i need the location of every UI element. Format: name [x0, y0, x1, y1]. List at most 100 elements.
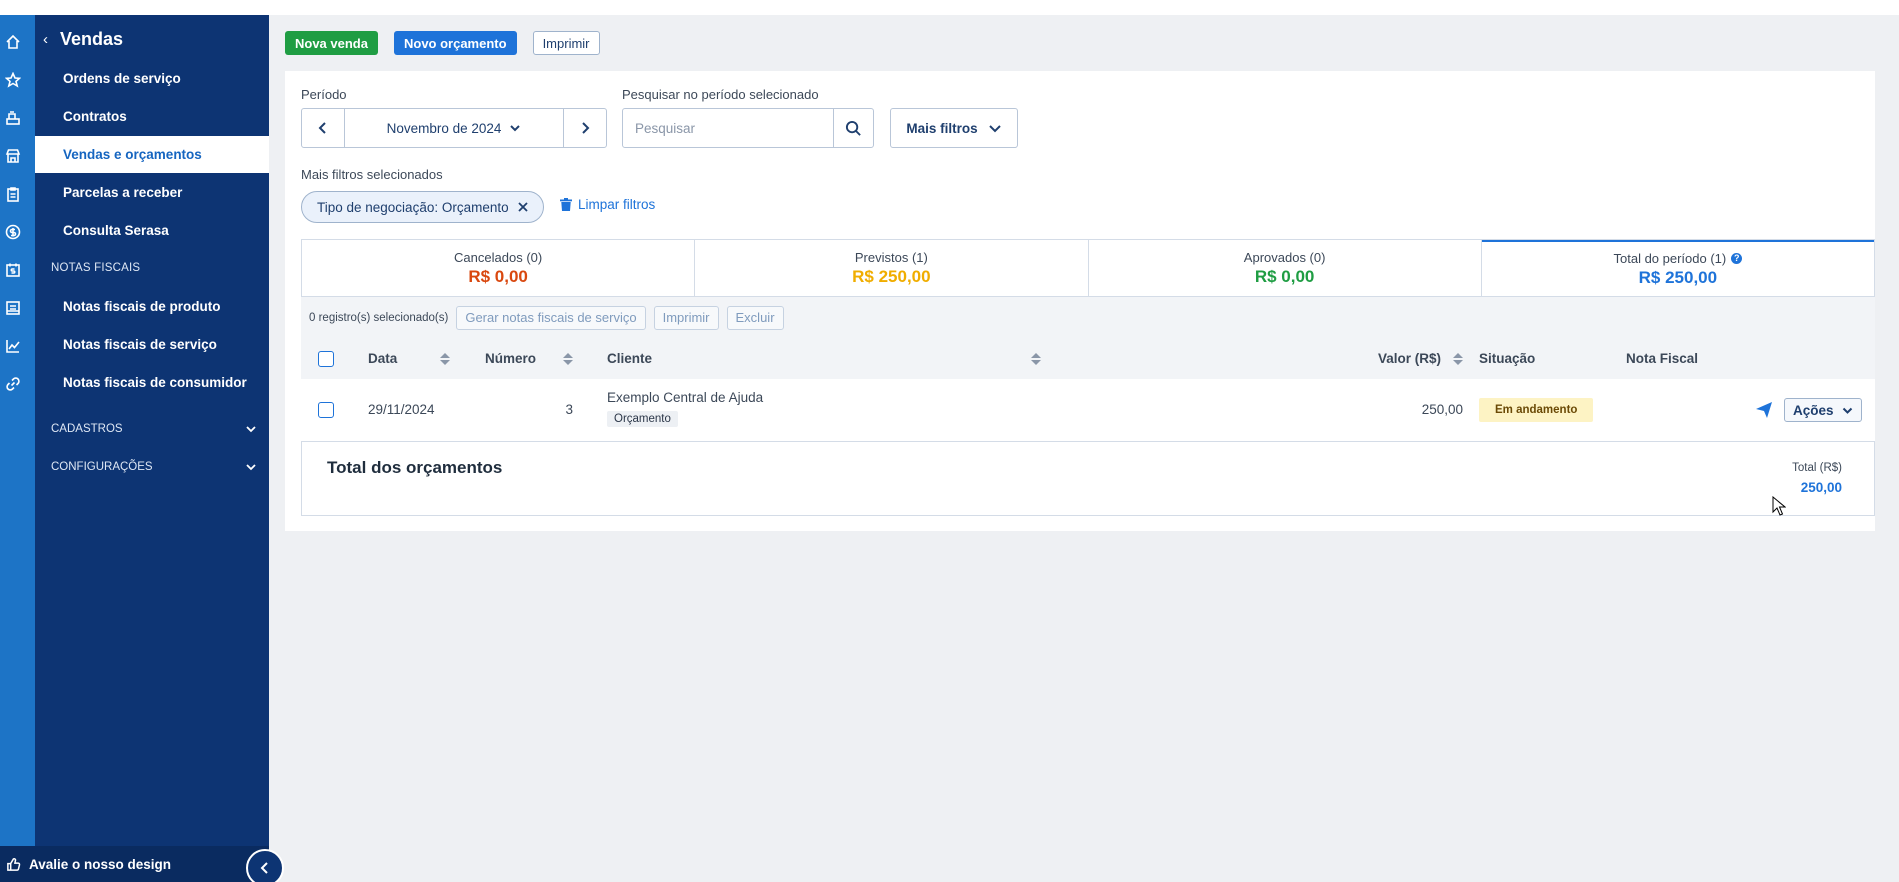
search-button[interactable] — [833, 109, 873, 147]
summary-label: Total do período (1) — [1613, 250, 1727, 266]
filter-chip-label: Tipo de negociação: Orçamento — [317, 199, 509, 215]
summary-cancelados[interactable]: Cancelados (0) R$ 0,00 — [302, 240, 696, 296]
more-filters-label: Mais filtros — [906, 120, 978, 136]
search-box — [622, 108, 874, 148]
chart-icon[interactable] — [4, 337, 22, 355]
new-sale-button[interactable]: Nova venda — [285, 31, 378, 55]
select-all-cell — [318, 338, 334, 379]
selected-filters-label: Mais filtros selecionados — [301, 167, 443, 182]
sidebar-item-serasa[interactable]: Consulta Serasa — [35, 212, 269, 249]
cash-register-icon[interactable] — [4, 109, 22, 127]
sidebar-back-button[interactable]: ‹ Vendas — [43, 29, 123, 50]
row-actions-cell: Ações — [1784, 398, 1862, 422]
col-client[interactable]: Cliente — [607, 338, 1041, 379]
row-client-name: Exemplo Central de Ajuda — [607, 390, 764, 405]
print-button[interactable]: Imprimir — [532, 31, 600, 55]
summary-label: Cancelados (0) — [454, 249, 543, 265]
summary-label: Aprovados (0) — [1243, 249, 1326, 265]
col-number[interactable]: Número — [485, 338, 573, 379]
select-all-checkbox[interactable] — [318, 350, 334, 367]
summary-value: R$ 0,00 — [468, 266, 528, 286]
period-value: Novembro de 2024 — [386, 120, 502, 136]
send-icon[interactable] — [1755, 401, 1773, 419]
dollar-icon[interactable] — [4, 223, 22, 241]
generate-invoices-button[interactable]: Gerar notas fiscais de serviço — [456, 305, 646, 330]
store-icon[interactable] — [4, 147, 22, 165]
collapse-sidebar-button[interactable] — [246, 849, 284, 882]
mouse-cursor-icon — [1772, 496, 1786, 516]
summary-total-periodo[interactable]: Total do período (1) ? R$ 250,00 — [1481, 240, 1874, 296]
col-status: Situação — [1479, 351, 1536, 366]
table-row[interactable]: 29/11/2024 3 Exemplo Central de Ajuda Or… — [301, 379, 1875, 441]
sidebar-group-cadastros[interactable]: CADASTROS — [51, 423, 257, 435]
help-icon[interactable]: ? — [1731, 252, 1743, 264]
sidebar-group-label: CONFIGURAÇÕES — [51, 461, 153, 473]
period-prev-button[interactable] — [302, 109, 344, 147]
col-value-label: Valor (R$) — [1377, 351, 1441, 366]
feedback-link[interactable]: Avalie o nosso design — [0, 846, 269, 882]
sort-icon[interactable] — [1453, 352, 1463, 365]
sidebar-item-nf-consumidor[interactable]: Notas fiscais de consumidor — [35, 364, 269, 401]
col-date[interactable]: Data — [368, 338, 450, 379]
home-icon[interactable] — [4, 33, 22, 51]
summary-label-wrap: Total do período (1) ? — [1614, 251, 1743, 266]
bulk-actions-bar: 0 registro(s) selecionado(s) Gerar notas… — [301, 297, 1875, 338]
feedback-label: Avalie o nosso design — [29, 856, 172, 872]
summary-previstos[interactable]: Previstos (1) R$ 250,00 — [695, 240, 1089, 296]
clipboard-icon[interactable] — [4, 185, 22, 203]
sidebar-item-contratos[interactable]: Contratos — [35, 98, 269, 135]
col-invoice: Nota Fiscal — [1626, 351, 1699, 366]
link-icon[interactable] — [4, 375, 22, 393]
chevron-down-icon — [246, 464, 256, 471]
sidebar-section-notas-fiscais: NOTAS FISCAIS — [51, 262, 141, 274]
bulk-print-button[interactable]: Imprimir — [653, 305, 719, 330]
more-filters-button[interactable]: Mais filtros — [890, 108, 1018, 148]
row-checkbox[interactable] — [318, 402, 334, 418]
sort-icon[interactable] — [1031, 352, 1041, 365]
col-value[interactable]: Valor (R$) — [1331, 338, 1463, 379]
summary-value: R$ 250,00 — [852, 266, 931, 286]
totals-title: Total dos orçamentos — [327, 458, 503, 477]
calendar-money-icon[interactable] — [4, 261, 22, 279]
actions-dropdown[interactable]: Ações — [1784, 398, 1862, 422]
sidebar-group-configuracoes[interactable]: CONFIGURAÇÕES — [51, 461, 257, 473]
sidebar-item-nf-produto[interactable]: Notas fiscais de produto — [35, 288, 269, 325]
chevron-left-icon — [318, 122, 326, 134]
row-status-cell: Em andamento — [1479, 398, 1594, 422]
sort-icon[interactable] — [563, 352, 573, 365]
totals-box: Total dos orçamentos Total (R$) 250,00 — [301, 441, 1875, 516]
totals-value: 250,00 — [1800, 480, 1842, 495]
thumbs-up-icon — [7, 857, 21, 871]
status-badge: Em andamento — [1479, 398, 1594, 422]
search-input[interactable] — [623, 109, 833, 147]
chevron-down-icon — [1842, 407, 1852, 414]
clear-filters-button[interactable]: Limpar filtros — [560, 197, 655, 212]
search-label: Pesquisar no período selecionado — [622, 87, 819, 102]
star-icon[interactable] — [4, 71, 22, 89]
chevron-left-icon — [260, 862, 268, 874]
sidebar-item-vendas-orcamentos[interactable]: Vendas e orçamentos — [35, 136, 269, 173]
sidebar-item-nf-servico[interactable]: Notas fiscais de serviço — [35, 326, 269, 363]
col-client-label: Cliente — [607, 351, 653, 366]
sidebar-title: Vendas — [60, 29, 124, 49]
summary-value: R$ 250,00 — [1638, 267, 1718, 287]
totals-label: Total (R$) — [1792, 462, 1842, 474]
new-quote-button[interactable]: Novo orçamento — [393, 31, 517, 55]
remove-filter-button[interactable] — [517, 201, 529, 213]
sidebar-item-ordens-servico[interactable]: Ordens de serviço — [35, 60, 269, 97]
top-strip — [0, 0, 1899, 15]
period-next-button[interactable] — [564, 109, 606, 147]
sidebar-item-parcelas[interactable]: Parcelas a receber — [35, 174, 269, 211]
bulk-delete-button[interactable]: Excluir — [726, 305, 784, 330]
summary-aprovados[interactable]: Aprovados (0) R$ 0,00 — [1089, 240, 1482, 296]
clear-filters-label: Limpar filtros — [578, 197, 656, 212]
sort-icon[interactable] — [440, 352, 450, 365]
toolbar: Nova venda Novo orçamento Imprimir — [285, 31, 600, 55]
period-dropdown[interactable]: Novembro de 2024 — [344, 109, 564, 147]
chevron-right-icon — [582, 122, 590, 134]
invoice-icon[interactable] — [4, 299, 22, 317]
period-selector: Novembro de 2024 — [301, 108, 607, 148]
selected-count: 0 registro(s) selecionado(s) — [309, 311, 449, 324]
row-type-tag: Orçamento — [607, 411, 678, 427]
chevron-down-icon — [988, 125, 1001, 133]
